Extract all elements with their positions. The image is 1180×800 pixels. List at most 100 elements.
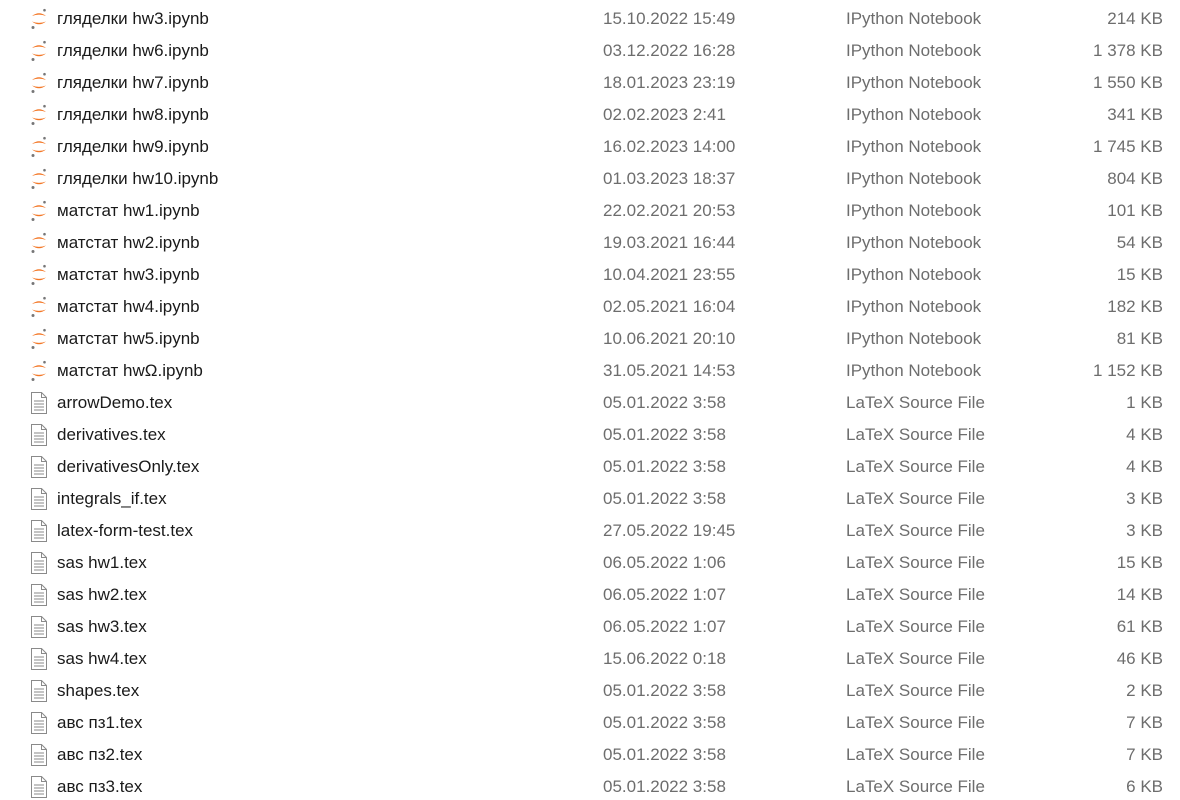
file-row[interactable]: sas hw2.tex 06.05.2022 1:07 LaTeX Source F… (0, 579, 1180, 611)
file-row[interactable]: гляделки hw9.ipynb 16.02.2023 14:00 IPytho… (0, 131, 1180, 163)
file-row[interactable]: гляделки hw8.ipynb 02.02.2023 2:41 IPython… (0, 99, 1180, 131)
file-type: LaTeX Source File (846, 713, 985, 732)
document-icon (30, 392, 48, 414)
file-date-modified: 06.05.2022 1:06 (603, 553, 726, 572)
file-type: IPython Notebook (846, 169, 982, 188)
file-name[interactable]: sas hw3.tex (57, 611, 147, 643)
file-type: LaTeX Source File (846, 681, 985, 700)
file-type: IPython Notebook (846, 265, 982, 284)
document-icon (30, 616, 48, 638)
file-size: 14 KB (1116, 585, 1163, 604)
file-row[interactable]: sas hw4.tex 15.06.2022 0:18 LaTeX Source F… (0, 643, 1180, 675)
file-name[interactable]: гляделки hw9.ipynb (57, 131, 209, 163)
file-row[interactable]: integrals_if.tex 05.01.2022 3:58 LaTeX Sou… (0, 483, 1180, 515)
file-date-modified: 05.01.2022 3:58 (603, 489, 726, 508)
file-row[interactable]: матстат hwΩ.ipynb 31.05.2021 14:53 IPython… (0, 355, 1180, 387)
jupyter-notebook-icon (30, 136, 48, 158)
file-row[interactable]: derivativesOnly.tex 05.01.2022 3:58 LaTeX … (0, 451, 1180, 483)
file-date-modified: 05.01.2022 3:58 (603, 777, 726, 796)
file-date-modified: 06.05.2022 1:07 (603, 617, 726, 636)
file-size: 61 KB (1116, 617, 1163, 636)
jupyter-notebook-icon (30, 296, 48, 318)
file-size: 341 KB (1107, 105, 1163, 124)
file-size: 101 KB (1107, 201, 1163, 220)
jupyter-notebook-icon (30, 264, 48, 286)
file-type: IPython Notebook (846, 233, 982, 252)
document-icon (30, 520, 48, 542)
file-row[interactable]: гляделки hw3.ipynb 15.10.2022 15:49 IPytho… (0, 3, 1180, 35)
file-row[interactable]: latex-form-test.tex 27.05.2022 19:45 LaTeX… (0, 515, 1180, 547)
file-row[interactable]: матстат hw1.ipynb 22.02.2021 20:53 IPython… (0, 195, 1180, 227)
file-row[interactable]: авс пз2.tex 05.01.2022 3:58 LaTeX Source F… (0, 739, 1180, 771)
file-name[interactable]: гляделки hw7.ipynb (57, 67, 209, 99)
file-row[interactable]: гляделки hw6.ipynb 03.12.2022 16:28 IPytho… (0, 35, 1180, 67)
file-name[interactable]: матстат hwΩ.ipynb (57, 355, 203, 387)
file-name[interactable]: sas hw4.tex (57, 643, 147, 675)
file-row[interactable]: матстат hw3.ipynb 10.04.2021 23:55 IPython… (0, 259, 1180, 291)
file-name[interactable]: авс пз2.tex (57, 739, 142, 771)
file-date-modified: 18.01.2023 23:19 (603, 73, 736, 92)
file-row[interactable]: гляделки hw10.ipynb 01.03.2023 18:37 IPyth… (0, 163, 1180, 195)
file-size: 7 KB (1126, 713, 1163, 732)
file-size: 1 KB (1126, 393, 1163, 412)
file-name[interactable]: arrowDemo.tex (57, 387, 172, 419)
file-list: гляделки hw3.ipynb 15.10.2022 15:49 IPytho… (0, 0, 1180, 800)
file-type: IPython Notebook (846, 105, 982, 124)
file-name[interactable]: гляделки hw6.ipynb (57, 35, 209, 67)
file-date-modified: 15.06.2022 0:18 (603, 649, 726, 668)
document-icon (30, 680, 48, 702)
file-size: 46 KB (1116, 649, 1163, 668)
file-row[interactable]: авс пз1.tex 05.01.2022 3:58 LaTeX Source F… (0, 707, 1180, 739)
file-size: 15 KB (1116, 265, 1163, 284)
file-size: 1 550 KB (1093, 73, 1163, 92)
file-date-modified: 05.01.2022 3:58 (603, 425, 726, 444)
file-size: 182 KB (1107, 297, 1163, 316)
file-name[interactable]: derivativesOnly.tex (57, 451, 199, 483)
file-date-modified: 05.01.2022 3:58 (603, 457, 726, 476)
file-type: LaTeX Source File (846, 617, 985, 636)
jupyter-notebook-icon (30, 72, 48, 94)
file-name[interactable]: авс пз3.tex (57, 771, 142, 800)
file-name[interactable]: матстат hw2.ipynb (57, 227, 200, 259)
file-name[interactable]: integrals_if.tex (57, 483, 167, 515)
file-row[interactable]: матстат hw2.ipynb 19.03.2021 16:44 IPython… (0, 227, 1180, 259)
file-type: IPython Notebook (846, 201, 982, 220)
file-type: LaTeX Source File (846, 745, 985, 764)
file-name[interactable]: sas hw2.tex (57, 579, 147, 611)
file-name[interactable]: матстат hw1.ipynb (57, 195, 200, 227)
file-row[interactable]: матстат hw5.ipynb 10.06.2021 20:10 IPython… (0, 323, 1180, 355)
file-date-modified: 05.01.2022 3:58 (603, 393, 726, 412)
file-date-modified: 02.02.2023 2:41 (603, 105, 726, 124)
file-name[interactable]: latex-form-test.tex (57, 515, 193, 547)
file-name[interactable]: матстат hw5.ipynb (57, 323, 200, 355)
file-row[interactable]: гляделки hw7.ipynb 18.01.2023 23:19 IPytho… (0, 67, 1180, 99)
file-row[interactable]: derivatives.tex 05.01.2022 3:58 LaTeX Sour… (0, 419, 1180, 451)
file-name[interactable]: гляделки hw3.ipynb (57, 3, 209, 35)
jupyter-notebook-icon (30, 200, 48, 222)
file-name[interactable]: матстат hw4.ipynb (57, 291, 200, 323)
file-type: IPython Notebook (846, 361, 982, 380)
file-date-modified: 10.06.2021 20:10 (603, 329, 736, 348)
file-date-modified: 16.02.2023 14:00 (603, 137, 736, 156)
file-size: 15 KB (1116, 553, 1163, 572)
file-name[interactable]: shapes.tex (57, 675, 139, 707)
file-type: IPython Notebook (846, 297, 982, 316)
file-row[interactable]: sas hw1.tex 06.05.2022 1:06 LaTeX Source F… (0, 547, 1180, 579)
file-row[interactable]: shapes.tex 05.01.2022 3:58 LaTeX Source Fi… (0, 675, 1180, 707)
file-type: LaTeX Source File (846, 585, 985, 604)
file-row[interactable]: sas hw3.tex 06.05.2022 1:07 LaTeX Source F… (0, 611, 1180, 643)
file-row[interactable]: матстат hw4.ipynb 02.05.2021 16:04 IPython… (0, 291, 1180, 323)
file-name[interactable]: матстат hw3.ipynb (57, 259, 200, 291)
file-name[interactable]: авс пз1.tex (57, 707, 142, 739)
file-row[interactable]: авс пз3.tex 05.01.2022 3:58 LaTeX Source F… (0, 771, 1180, 800)
document-icon (30, 648, 48, 670)
file-row[interactable]: arrowDemo.tex 05.01.2022 3:58 LaTeX Source… (0, 387, 1180, 419)
file-size: 4 KB (1126, 457, 1163, 476)
file-type: LaTeX Source File (846, 457, 985, 476)
file-name[interactable]: derivatives.tex (57, 419, 166, 451)
file-name[interactable]: гляделки hw8.ipynb (57, 99, 209, 131)
file-type: LaTeX Source File (846, 425, 985, 444)
file-name[interactable]: гляделки hw10.ipynb (57, 163, 218, 195)
document-icon (30, 712, 48, 734)
file-name[interactable]: sas hw1.tex (57, 547, 147, 579)
